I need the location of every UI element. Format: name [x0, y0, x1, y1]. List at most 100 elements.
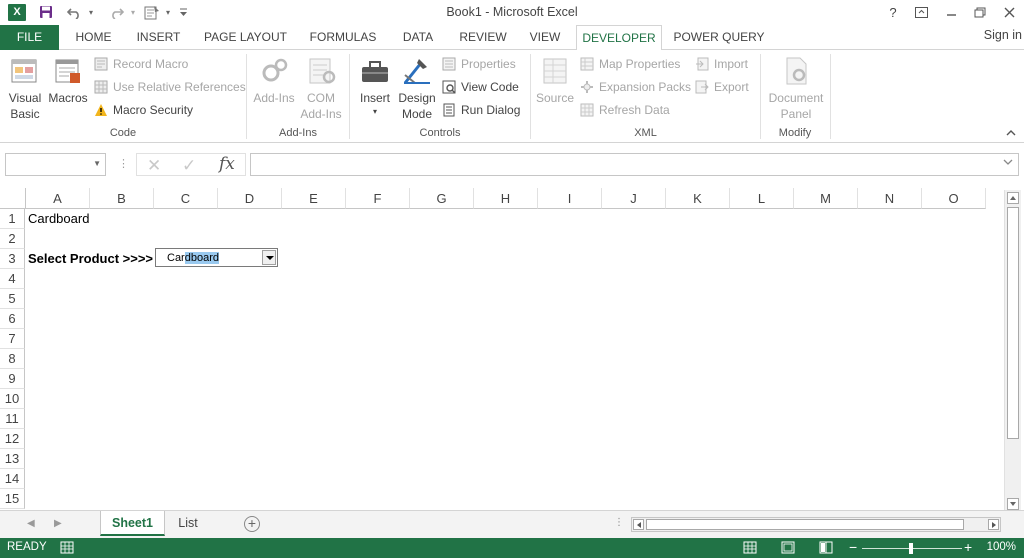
column-header-j[interactable]: J [602, 188, 666, 209]
row-header-8[interactable]: 8 [0, 349, 25, 369]
export-button[interactable]: Export [695, 77, 749, 97]
column-header-b[interactable]: B [90, 188, 154, 209]
row-header-4[interactable]: 4 [0, 269, 25, 289]
refresh-data-button[interactable]: Refresh Data [580, 100, 670, 120]
tab-power-query[interactable]: POWER QUERY [670, 25, 768, 50]
tab-review[interactable]: REVIEW [452, 25, 514, 50]
source-button[interactable]: Source [534, 55, 576, 106]
row-header-6[interactable]: 6 [0, 309, 25, 329]
form-icon[interactable] [142, 3, 162, 21]
cancel-icon[interactable]: ✕ [147, 156, 161, 176]
vertical-scroll-thumb[interactable] [1007, 207, 1019, 439]
tab-insert[interactable]: INSERT [131, 25, 186, 50]
sheet-tab-list[interactable]: List [168, 511, 208, 536]
properties-button[interactable]: Properties [442, 54, 516, 74]
sheet-tab-sheet1[interactable]: Sheet1 [100, 511, 165, 536]
column-header-g[interactable]: G [410, 188, 474, 209]
customize-qat-icon[interactable] [177, 3, 189, 21]
column-header-f[interactable]: F [346, 188, 410, 209]
enter-icon[interactable]: ✓ [182, 156, 196, 176]
tab-developer[interactable]: DEVELOPER [576, 25, 662, 51]
row-header-10[interactable]: 10 [0, 389, 25, 409]
select-all-corner[interactable] [0, 188, 26, 209]
zoom-slider-thumb[interactable] [909, 543, 913, 554]
macro-security-button[interactable]: Macro Security [94, 100, 193, 120]
column-header-h[interactable]: H [474, 188, 538, 209]
redo-icon[interactable] [106, 3, 126, 21]
help-icon[interactable]: ? [882, 2, 904, 22]
visual-basic-button[interactable]: Visual Basic [4, 55, 46, 122]
row-header-13[interactable]: 13 [0, 449, 25, 469]
zoom-in-icon[interactable]: + [964, 539, 972, 555]
save-icon[interactable] [36, 3, 56, 21]
tab-data[interactable]: DATA [394, 25, 442, 50]
zoom-out-icon[interactable]: − [849, 539, 857, 555]
row-header-7[interactable]: 7 [0, 329, 25, 349]
redo-dropdown-icon[interactable]: ▾ [128, 3, 138, 21]
tab-home[interactable]: HOME [66, 25, 121, 50]
column-header-m[interactable]: M [794, 188, 858, 209]
tab-page-layout[interactable]: PAGE LAYOUT [198, 25, 293, 50]
column-header-a[interactable]: A [26, 188, 90, 209]
tab-split-handle[interactable]: ⋮ [614, 517, 624, 528]
scroll-up-icon[interactable] [1007, 192, 1019, 204]
normal-view-icon[interactable] [743, 541, 757, 554]
expand-formula-bar-icon[interactable] [1003, 158, 1013, 169]
tab-view[interactable]: VIEW [524, 25, 566, 50]
column-header-n[interactable]: N [858, 188, 922, 209]
row-header-1[interactable]: 1 [0, 209, 25, 229]
add-ins-button[interactable]: Add-Ins [250, 55, 298, 106]
column-header-d[interactable]: D [218, 188, 282, 209]
restore-icon[interactable] [969, 2, 991, 22]
undo-icon[interactable] [64, 3, 84, 21]
row-header-2[interactable]: 2 [0, 229, 25, 249]
next-sheet-icon[interactable]: ▶ [54, 518, 62, 529]
column-header-c[interactable]: C [154, 188, 218, 209]
scroll-right-icon[interactable] [988, 519, 999, 530]
row-header-15[interactable]: 15 [0, 489, 25, 509]
com-add-ins-button[interactable]: COM Add-Ins [300, 55, 342, 122]
name-box[interactable]: ▼ [5, 153, 106, 176]
run-dialog-button[interactable]: Run Dialog [442, 100, 520, 120]
excel-app-icon[interactable]: X [8, 4, 26, 21]
minimize-icon[interactable] [940, 2, 962, 22]
form-dropdown-icon[interactable]: ▾ [163, 3, 173, 21]
use-relative-references-button[interactable]: Use Relative References [94, 77, 246, 97]
previous-sheet-icon[interactable]: ◀ [27, 518, 35, 529]
formula-input[interactable] [250, 153, 1019, 176]
zoom-level[interactable]: 100% [987, 541, 1016, 553]
record-macro-button[interactable]: Record Macro [94, 54, 188, 74]
horizontal-scrollbar[interactable] [631, 517, 1001, 532]
scroll-down-icon[interactable] [1007, 498, 1019, 510]
column-header-e[interactable]: E [282, 188, 346, 209]
tab-file[interactable]: FILE [0, 25, 59, 50]
collapse-ribbon-icon[interactable] [1006, 128, 1016, 139]
insert-function-icon[interactable]: fx [219, 154, 235, 174]
row-header-3[interactable]: 3 [0, 249, 25, 269]
design-mode-button[interactable]: Design Mode [396, 55, 438, 122]
document-panel-button[interactable]: Document Panel [764, 55, 828, 122]
map-properties-button[interactable]: Map Properties [580, 54, 680, 74]
page-layout-view-icon[interactable] [781, 541, 795, 554]
row-header-12[interactable]: 12 [0, 429, 25, 449]
scroll-left-icon[interactable] [633, 519, 644, 530]
ribbon-display-options-icon[interactable] [910, 2, 932, 22]
row-header-5[interactable]: 5 [0, 289, 25, 309]
macros-button[interactable]: Macros [46, 55, 90, 106]
close-icon[interactable] [998, 2, 1020, 22]
row-header-11[interactable]: 11 [0, 409, 25, 429]
name-box-dropdown-icon[interactable]: ▼ [93, 159, 101, 168]
cell-a3[interactable]: Select Product >>>> [28, 249, 153, 269]
view-code-button[interactable]: View Code [442, 77, 519, 97]
expansion-packs-button[interactable]: Expansion Packs [580, 77, 691, 97]
combo-box-text[interactable]: Cardboard [167, 251, 219, 265]
row-header-9[interactable]: 9 [0, 369, 25, 389]
column-header-l[interactable]: L [730, 188, 794, 209]
sign-in-link[interactable]: Sign in [984, 25, 1022, 45]
column-header-k[interactable]: K [666, 188, 730, 209]
macro-recording-icon[interactable] [60, 541, 74, 554]
page-break-preview-icon[interactable] [819, 541, 833, 554]
column-header-o[interactable]: O [922, 188, 986, 209]
combo-dropdown-button[interactable] [262, 250, 276, 265]
formula-bar-resize-handle[interactable]: ⋮ [118, 157, 129, 170]
